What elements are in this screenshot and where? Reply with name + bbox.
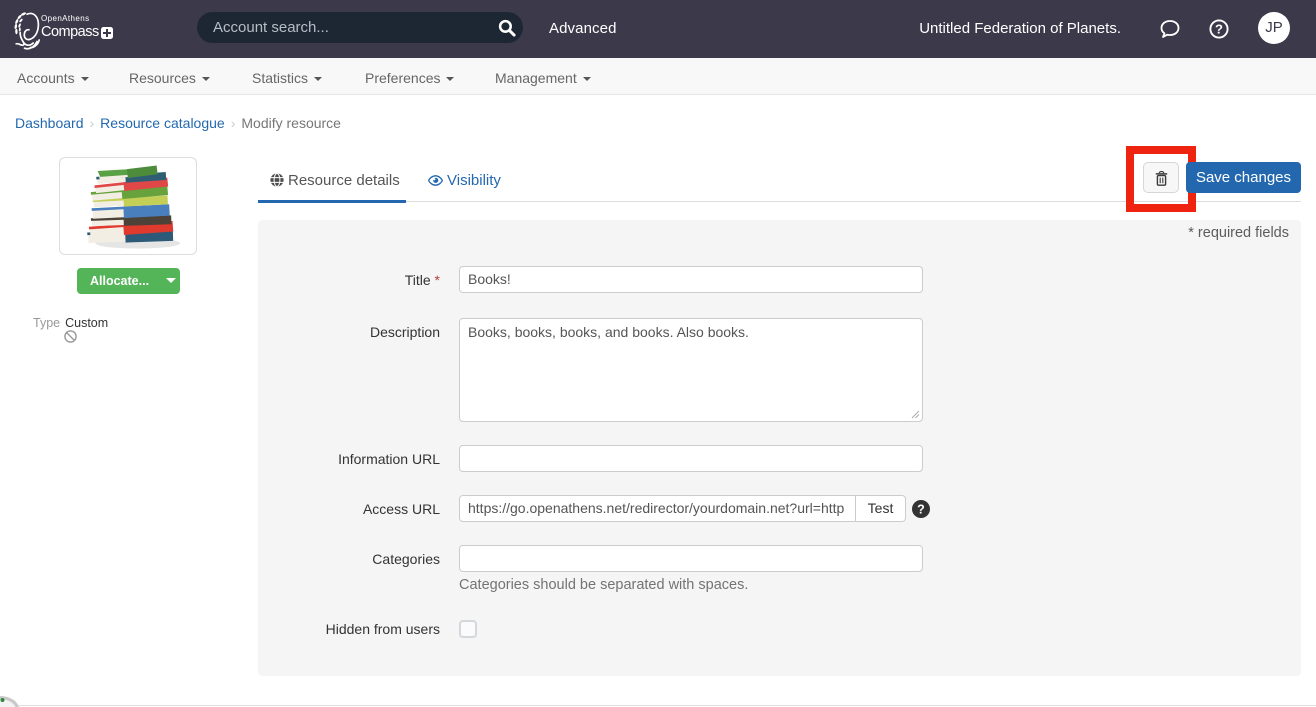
svg-text:?: ? — [1215, 22, 1223, 37]
svg-text:?: ? — [917, 502, 925, 516]
